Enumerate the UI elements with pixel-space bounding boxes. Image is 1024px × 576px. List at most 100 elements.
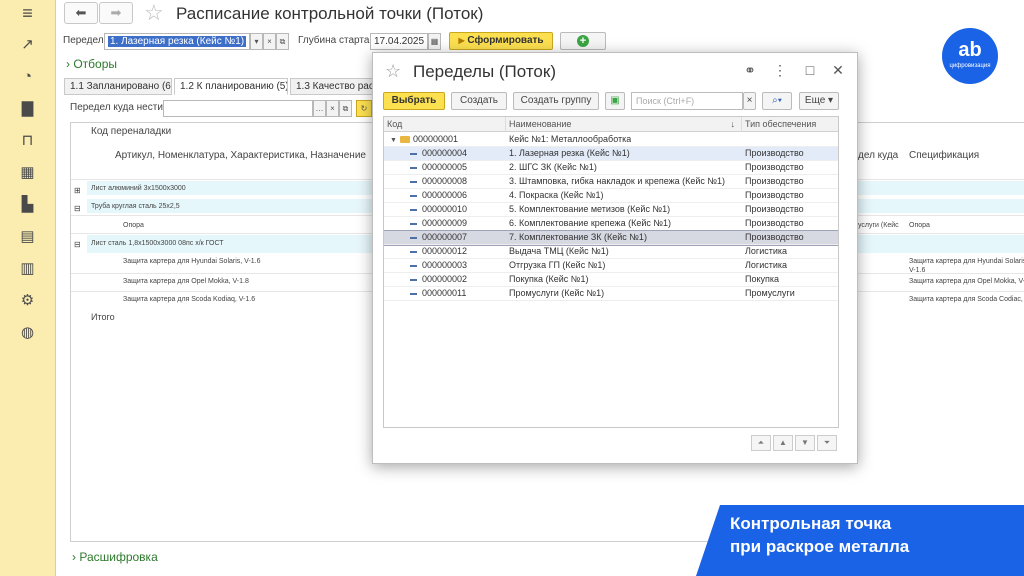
dest-open-button[interactable]: ⧉	[339, 100, 352, 117]
chart-growth-icon[interactable]: ↗	[18, 36, 38, 54]
dest-clear-button[interactable]: ×	[326, 100, 339, 117]
row-code-text: 000000005	[422, 162, 468, 172]
create-group-button[interactable]: Создать группу	[513, 92, 599, 110]
forward-button[interactable]: ➡	[99, 2, 133, 24]
dest-field[interactable]	[163, 100, 313, 117]
peredel-dropdown-button[interactable]: ▾	[250, 33, 263, 50]
col-supply-header[interactable]: Тип обеспечения	[742, 117, 838, 132]
cart-icon[interactable]: ⊓	[18, 132, 38, 150]
row-code-text: 000000009	[422, 218, 468, 228]
form-report-button[interactable]: ▶ Сформировать	[449, 32, 553, 50]
link-icon[interactable]: ⚭	[741, 61, 759, 79]
row-code-text: 000000007	[422, 232, 468, 242]
close-icon[interactable]: ✕	[829, 61, 847, 79]
table-row[interactable]: 000000002 Покупка (Кейс №1) Покупка	[384, 273, 838, 287]
row-spec: Защита картера для Scoda Codiac, V	[909, 296, 1024, 303]
tab-to-plan[interactable]: 1.2 К планированию (5)	[174, 78, 288, 95]
back-button[interactable]: ⬅	[64, 2, 98, 24]
table-row[interactable]: Лист сталь 1,8х1500х3000 08пс х/к ГОСТ	[91, 238, 224, 250]
collapse-icon[interactable]: ⊟	[74, 239, 81, 251]
table-row[interactable]: 000000011 Промуслуги (Кейс №1) Промуслуг…	[384, 287, 838, 301]
arrow-left-icon: ⬅	[75, 5, 87, 20]
menu-icon[interactable]: ≡	[18, 4, 38, 22]
table-row[interactable]: Опора	[123, 220, 144, 232]
table-row[interactable]: 000000006 4. Покраска (Кейс №1) Производ…	[384, 189, 838, 203]
table-row[interactable]: Защита картера для Scoda Kodiaq, V-1.6	[123, 294, 255, 306]
pie-chart-icon[interactable]: ◔	[18, 68, 38, 86]
search-button[interactable]: ⌕▾	[762, 92, 792, 110]
chevron-down-icon: …	[315, 104, 324, 113]
expand-icon[interactable]: ⊞	[74, 185, 81, 197]
item-icon	[410, 222, 417, 225]
factory-icon[interactable]: ▙	[18, 196, 38, 214]
tab-quality[interactable]: 1.3 Качество рас	[290, 78, 374, 95]
table-row-current[interactable]: 000000007 7. Комплектование ЗК (Кейс №1)…	[384, 230, 838, 246]
table-row[interactable]: Защита картера для Opel Mokka, V-1.8	[123, 276, 249, 288]
peredel-field[interactable]: 1. Лазерная резка (Кейс №1)	[104, 33, 250, 50]
item-icon	[410, 236, 417, 239]
search-icon: ⌕▾	[772, 95, 782, 106]
link-icon: ⧉	[342, 104, 349, 113]
favorite-star-icon[interactable]: ☆	[385, 61, 401, 81]
shopping-bag-icon[interactable]: ▇	[18, 100, 38, 118]
row-supply: Производство	[745, 232, 804, 242]
table-row[interactable]: 000000010 5. Комплектование метизов (Кей…	[384, 203, 838, 217]
filters-label: Отборы	[73, 57, 118, 71]
peredel-clear-button[interactable]: ×	[263, 33, 276, 50]
link-icon: ⧉	[279, 37, 286, 46]
maximize-icon[interactable]: □	[801, 61, 819, 79]
filters-toggle[interactable]: › Отборы	[66, 57, 117, 71]
gear-icon[interactable]: ⚙	[18, 292, 38, 310]
form-report-label: Сформировать	[467, 35, 544, 46]
table-row[interactable]: 000000012 Выдача ТМЦ (Кейс №1) Логистика	[384, 245, 838, 259]
row-code-text: 000000002	[422, 274, 468, 284]
bar-chart-icon[interactable]: ▥	[18, 260, 38, 278]
scroll-up-button[interactable]: ▲	[773, 435, 793, 451]
caption-line-2: при раскрое металла	[730, 537, 910, 556]
table-row[interactable]: Труба круглая сталь 25х2,5	[91, 201, 180, 213]
table-row[interactable]: Лист алюминий 3х1500х3000	[91, 183, 186, 195]
down-icon: ▼	[801, 438, 809, 447]
documents-icon[interactable]: ▤	[18, 228, 38, 246]
collapse-icon[interactable]: ⊟	[74, 203, 81, 215]
more-vertical-icon[interactable]: ⋮	[771, 61, 789, 79]
tab-planned[interactable]: 1.1 Запланировано (6)	[64, 78, 172, 95]
col-code-header[interactable]: Код	[384, 117, 506, 132]
circle-logo-icon[interactable]: ◍	[18, 324, 38, 342]
table-row[interactable]: 000000005 2. ШГС ЗК (Кейс №1) Производст…	[384, 161, 838, 175]
item-icon	[410, 292, 417, 295]
table-row[interactable]: 000000009 6. Комплектование крепежа (Кей…	[384, 217, 838, 231]
table-row[interactable]: 000000008 3. Штамповка, гибка накладок и…	[384, 175, 838, 189]
scroll-last-button[interactable]: ⏷	[817, 435, 837, 451]
item-icon	[410, 152, 417, 155]
grid-icon[interactable]: ▦	[18, 164, 38, 182]
peredel-open-button[interactable]: ⧉	[276, 33, 289, 50]
logo-glyph: ab	[958, 39, 982, 61]
search-input[interactable]: Поиск (Ctrl+F)	[631, 92, 743, 110]
dest-dropdown-button[interactable]: …	[313, 100, 326, 117]
row-code: 000000010	[410, 203, 467, 216]
table-row[interactable]: Защита картера для Hyundai Solaris, V-1.…	[123, 256, 261, 268]
filter-button[interactable]: ▣	[605, 92, 625, 110]
refresh-button[interactable]: ↻	[356, 100, 372, 117]
scroll-down-button[interactable]: ▼	[795, 435, 815, 451]
table-row[interactable]: 000000003 Отгрузка ГП (Кейс №1) Логистик…	[384, 259, 838, 273]
breakdown-toggle[interactable]: › Расшифровка	[72, 550, 158, 564]
add-button[interactable]: +	[560, 32, 606, 50]
row-name: 3. Штамповка, гибка накладок и крепежа (…	[509, 176, 726, 186]
breakdown-label: Расшифровка	[79, 550, 158, 564]
favorite-star-icon[interactable]: ☆	[144, 1, 164, 25]
group-code-text: 000000001	[412, 134, 458, 144]
search-clear-button[interactable]: ×	[743, 92, 756, 110]
group-row[interactable]: ▼ 000000001 Кейс №1: Металлообработка	[384, 133, 838, 147]
peredely-dialog: ☆ Переделы (Поток) ⚭ ⋮ □ ✕ Выбрать Созда…	[372, 52, 858, 464]
scroll-first-button[interactable]: ⏶	[751, 435, 771, 451]
more-button[interactable]: Еще ▾	[799, 92, 839, 110]
create-button[interactable]: Создать	[451, 92, 507, 110]
table-row[interactable]: 000000004 1. Лазерная резка (Кейс №1) Пр…	[384, 147, 838, 161]
depth-date-field[interactable]: 17.04.2025	[370, 33, 428, 50]
row-supply: Промуслуги	[745, 288, 795, 298]
col-name-header[interactable]: Наименование ↓	[506, 117, 742, 132]
select-button[interactable]: Выбрать	[383, 92, 445, 110]
calendar-button[interactable]: ▦	[428, 33, 441, 50]
